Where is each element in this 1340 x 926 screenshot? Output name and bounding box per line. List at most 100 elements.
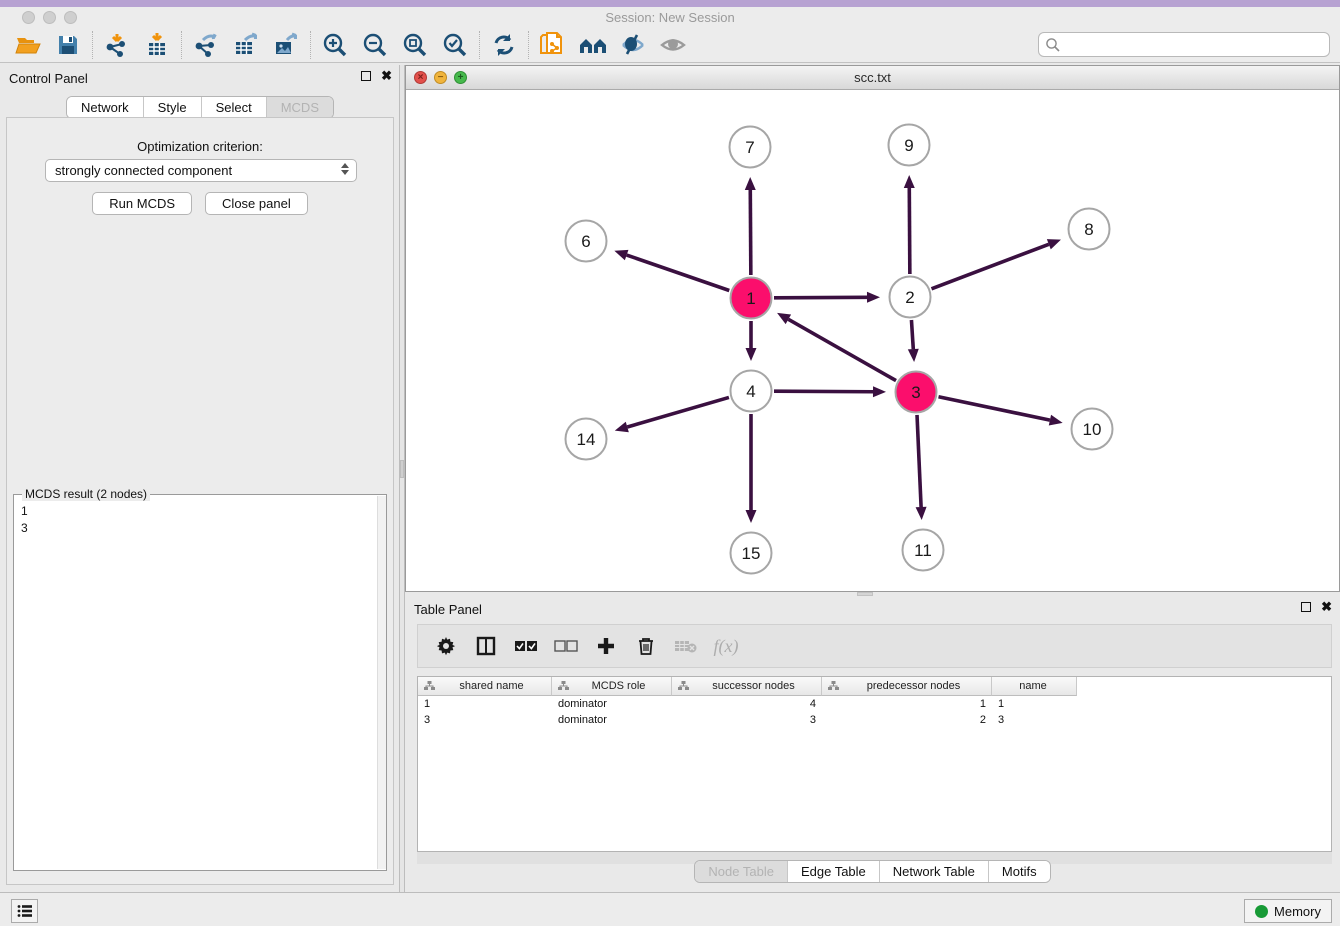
open-session-button[interactable] — [8, 29, 48, 61]
graph-node-label: 9 — [904, 136, 913, 155]
task-history-button[interactable] — [11, 899, 38, 923]
graph-edge[interactable] — [788, 319, 896, 380]
graph-edge[interactable] — [750, 190, 751, 275]
graph-edge[interactable] — [911, 320, 913, 349]
list-icon — [17, 904, 33, 918]
select-all-icon[interactable] — [514, 634, 538, 658]
float-panel-icon[interactable] — [1301, 602, 1311, 612]
table-cell[interactable]: 1 — [822, 698, 992, 710]
toolbar-separator — [528, 31, 529, 59]
save-session-icon — [56, 33, 80, 57]
graph-edge[interactable] — [917, 415, 921, 507]
criterion-select[interactable]: strongly connected component — [45, 159, 357, 182]
table-cell[interactable]: 1 — [992, 698, 1077, 710]
graph-node-label: 10 — [1083, 420, 1102, 439]
zoom-fit-button[interactable] — [395, 29, 435, 61]
zoom-out-button[interactable] — [355, 29, 395, 61]
edge-arrowhead — [1049, 415, 1063, 426]
memory-status-icon — [1255, 905, 1268, 918]
import-table-button[interactable] — [137, 29, 177, 61]
deselect-all-icon[interactable] — [554, 634, 578, 658]
column-header-shared-name[interactable]: shared name — [418, 677, 552, 696]
table-row[interactable]: 3dominator323 — [418, 712, 1331, 728]
network-graph-canvas[interactable]: 7968124314101511 — [406, 90, 1339, 591]
close-panel-icon[interactable]: ✖ — [381, 71, 392, 81]
table-cell[interactable]: 4 — [672, 698, 822, 710]
graph-edge[interactable] — [774, 297, 867, 298]
splitter-handle[interactable] — [400, 460, 404, 478]
toolbar-separator — [181, 31, 182, 59]
column-header-successor-nodes[interactable]: successor nodes — [672, 677, 822, 696]
graph-edge[interactable] — [627, 255, 730, 290]
first-neighbors-button[interactable] — [573, 29, 613, 61]
search-input[interactable] — [1061, 35, 1329, 55]
edge-arrowhead — [745, 177, 756, 190]
refresh-button[interactable] — [484, 29, 524, 61]
tab-edge-table[interactable]: Edge Table — [788, 861, 880, 882]
control-panel: Control Panel ✖ Network Style Select MCD… — [0, 65, 400, 892]
table-cell[interactable]: 3 — [418, 714, 552, 726]
node-table[interactable]: shared name MCDS role successor nodes pr… — [417, 676, 1332, 852]
table-cell[interactable]: 1 — [418, 698, 552, 710]
column-header-mcds-role[interactable]: MCDS role — [552, 677, 672, 696]
export-table-button[interactable] — [226, 29, 266, 61]
zoom-in-button[interactable] — [315, 29, 355, 61]
tab-select[interactable]: Select — [202, 97, 267, 118]
graph-node-label: 2 — [905, 288, 914, 307]
save-session-button[interactable] — [48, 29, 88, 61]
attribute-type-icon — [678, 681, 689, 691]
close-panel-button[interactable]: Close panel — [205, 192, 308, 215]
table-cell[interactable]: dominator — [552, 714, 672, 726]
memory-button[interactable]: Memory — [1244, 899, 1332, 923]
gear-icon[interactable] — [434, 634, 458, 658]
control-panel-header: Control Panel ✖ — [0, 65, 400, 93]
tab-style[interactable]: Style — [144, 97, 202, 118]
edge-arrowhead — [916, 507, 927, 520]
criterion-value: strongly connected component — [55, 163, 232, 178]
graph-edge[interactable] — [932, 244, 1049, 289]
hide-details-button[interactable] — [613, 29, 653, 61]
column-header-name[interactable]: name — [992, 677, 1077, 696]
delete-table-icon[interactable] — [674, 634, 698, 658]
splitter-handle[interactable] — [857, 592, 873, 596]
search-icon — [1045, 37, 1061, 53]
function-builder-icon[interactable]: f(x) — [714, 634, 738, 658]
delete-icon[interactable] — [634, 634, 658, 658]
show-details-button[interactable] — [653, 29, 693, 61]
graph-edge[interactable] — [939, 397, 1050, 420]
columns-icon[interactable] — [474, 634, 498, 658]
export-network-button[interactable] — [186, 29, 226, 61]
add-icon[interactable] — [594, 634, 618, 658]
tab-motifs[interactable]: Motifs — [989, 861, 1050, 882]
table-cell[interactable]: dominator — [552, 698, 672, 710]
table-row[interactable]: 1dominator411 — [418, 696, 1331, 712]
export-network-icon — [193, 32, 219, 58]
float-panel-icon[interactable] — [361, 71, 371, 81]
titlebar: Session: New Session — [0, 7, 1340, 28]
toolbar-separator — [479, 31, 480, 59]
tab-mcds[interactable]: MCDS — [267, 97, 333, 118]
table-cell[interactable]: 3 — [992, 714, 1077, 726]
zoom-out-icon — [362, 32, 388, 58]
edge-arrowhead — [1047, 239, 1061, 249]
zoom-selected-button[interactable] — [435, 29, 475, 61]
graph-edge[interactable] — [909, 188, 910, 274]
graph-node-label: 6 — [581, 232, 590, 251]
run-mcds-button[interactable]: Run MCDS — [92, 192, 192, 215]
show-details-icon — [659, 32, 687, 58]
result-scrollbar[interactable] — [377, 496, 386, 869]
clone-network-button[interactable] — [533, 29, 573, 61]
close-panel-icon[interactable]: ✖ — [1321, 602, 1332, 612]
graph-edge[interactable] — [774, 391, 873, 392]
tab-node-table[interactable]: Node Table — [695, 861, 788, 882]
tab-network[interactable]: Network — [67, 97, 144, 118]
tab-network-table[interactable]: Network Table — [880, 861, 989, 882]
refresh-icon — [491, 32, 517, 58]
import-network-button[interactable] — [97, 29, 137, 61]
graph-edge[interactable] — [627, 397, 729, 427]
export-image-button[interactable] — [266, 29, 306, 61]
column-header-predecessor-nodes[interactable]: predecessor nodes — [822, 677, 992, 696]
table-cell[interactable]: 2 — [822, 714, 992, 726]
table-cell[interactable]: 3 — [672, 714, 822, 726]
mcds-result-box: MCDS result (2 nodes) 1 3 — [13, 494, 387, 871]
